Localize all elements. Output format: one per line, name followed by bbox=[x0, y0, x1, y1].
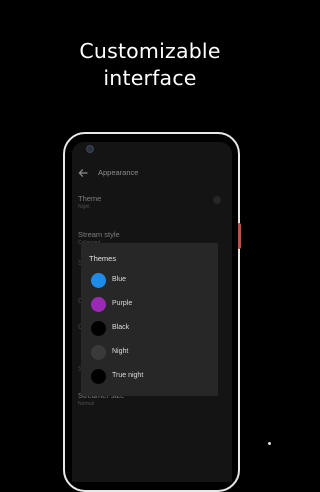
color-swatch bbox=[91, 273, 106, 288]
theme-option-label: Black bbox=[112, 324, 130, 331]
color-swatch bbox=[91, 321, 106, 336]
promo-title-line-1: Customizable bbox=[79, 39, 221, 63]
theme-option-purple[interactable]: Purple bbox=[81, 293, 218, 317]
app-bar: Appearance bbox=[72, 166, 232, 184]
setting-theme-indicator bbox=[213, 196, 221, 204]
theme-option-black[interactable]: Black bbox=[81, 317, 218, 341]
setting-stream-style-title: Stream style bbox=[78, 230, 120, 239]
promo-title: Customizable interface bbox=[0, 38, 300, 92]
theme-option-night[interactable]: Night bbox=[81, 341, 218, 365]
theme-option-label: Night bbox=[112, 348, 129, 355]
themes-dialog: Themes Blue Purple Black Night True nigh… bbox=[81, 243, 218, 396]
setting-streamer-size-value: Normal bbox=[78, 401, 95, 407]
theme-option-label: Purple bbox=[112, 300, 133, 307]
setting-theme[interactable]: Theme Night bbox=[78, 194, 101, 211]
setting-theme-title: Theme bbox=[78, 194, 102, 203]
page-indicator-dot bbox=[268, 442, 271, 445]
setting-theme-value: Night bbox=[78, 204, 90, 210]
color-swatch bbox=[91, 297, 106, 312]
theme-option-blue[interactable]: Blue bbox=[81, 269, 218, 293]
phone-power-button bbox=[238, 223, 241, 249]
promo-title-line-2: interface bbox=[103, 66, 197, 90]
theme-option-true-night[interactable]: True night bbox=[81, 365, 218, 389]
theme-option-label: True night bbox=[112, 372, 144, 379]
color-swatch bbox=[91, 345, 106, 360]
theme-option-label: Blue bbox=[112, 276, 127, 283]
color-swatch bbox=[91, 369, 106, 384]
page-title: Appearance bbox=[98, 168, 139, 177]
themes-dialog-title: Themes bbox=[89, 254, 117, 263]
front-camera bbox=[86, 145, 94, 153]
arrow-left-icon[interactable] bbox=[77, 167, 89, 179]
